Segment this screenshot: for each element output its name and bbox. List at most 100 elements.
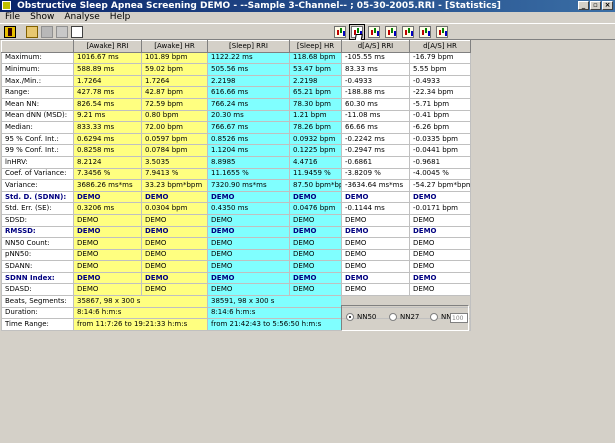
cell-value: DEMO bbox=[413, 227, 437, 236]
cell-value: DEMO bbox=[345, 250, 367, 259]
cell-awake-rri: 3686.26 ms*ms bbox=[73, 179, 142, 192]
chart-report-icon[interactable] bbox=[436, 26, 448, 38]
radio-nn27[interactable]: NN27 bbox=[389, 313, 419, 321]
row-label: Std. D. (SDNN): bbox=[1, 190, 74, 204]
chart-poincare-icon[interactable] bbox=[402, 26, 414, 38]
cell-value: -4.0045 % bbox=[413, 169, 449, 178]
cell-awake-rri: DEMO bbox=[73, 260, 142, 273]
cell-diff-rri: 83.33 ms bbox=[341, 63, 410, 76]
nn-custom-input[interactable]: 100 bbox=[450, 313, 468, 323]
row-label: NN50 Count: bbox=[1, 237, 74, 250]
cell-value: 83.33 ms bbox=[345, 64, 378, 73]
cell-sleep-hr: 0.0932 bpm bbox=[289, 132, 342, 146]
column-header-diff-hr[interactable]: d[A/S] HR bbox=[409, 40, 471, 53]
table-row: 99 % Conf. Int.: 0.8258 ms 0.0784 bpm 1.120… bbox=[1, 144, 471, 157]
chart-tachogram-icon[interactable] bbox=[334, 26, 346, 38]
cell-diff-rri: 66.66 ms bbox=[341, 121, 410, 134]
menu-analyse[interactable]: Analyse bbox=[59, 12, 104, 23]
column-header-awake-hr[interactable]: [Awake] HR bbox=[141, 40, 208, 53]
cell-value: 0.0476 bpm bbox=[293, 204, 336, 213]
cell-value: DEMO bbox=[293, 285, 315, 294]
cell-value: 59.02 bpm bbox=[145, 64, 183, 73]
cell-diff-rri: DEMO bbox=[341, 248, 410, 262]
cell-sleep-rri: 11.1655 % bbox=[207, 167, 290, 181]
cell-value: 1122.22 ms bbox=[211, 53, 253, 62]
column-header-sleep-rri[interactable]: [Sleep] RRI bbox=[207, 40, 290, 53]
cell-sleep-rri: DEMO bbox=[207, 225, 290, 239]
cell-diff-hr: -0.0441 bpm bbox=[409, 144, 471, 157]
cell-diff-hr: 5.55 bpm bbox=[409, 63, 471, 76]
print-preview-icon[interactable] bbox=[71, 26, 83, 38]
chart-spectrum-icon[interactable] bbox=[368, 26, 380, 38]
radio-nn50[interactable]: NN50 bbox=[346, 313, 376, 321]
radio-nn-custom-dot[interactable] bbox=[430, 313, 438, 321]
chart-trend-icon[interactable] bbox=[419, 26, 431, 38]
cell-sleep-hr: DEMO bbox=[289, 271, 342, 285]
cell-value: -5.71 bpm bbox=[413, 99, 450, 108]
maximize-button[interactable]: ▫ bbox=[590, 1, 601, 10]
cell-awake-hr: 101.89 bpm bbox=[141, 51, 208, 65]
cell-diff-rri: DEMO bbox=[341, 237, 410, 250]
save-icon[interactable] bbox=[41, 26, 53, 38]
cell-value: 1.7264 bbox=[145, 76, 170, 85]
cell-value: DEMO bbox=[145, 192, 169, 201]
exit-icon[interactable] bbox=[4, 26, 16, 38]
cell-value: -0.1144 ms bbox=[345, 204, 385, 213]
cell-value: 1.21 bpm bbox=[293, 111, 327, 120]
cell-diff-rri: -0.2242 ms bbox=[341, 132, 410, 146]
radio-nn-custom[interactable]: NN bbox=[430, 313, 451, 321]
column-header-diff-rri[interactable]: d[A/S] RRI bbox=[341, 40, 410, 53]
cell-value: DEMO bbox=[211, 262, 233, 271]
menu-show[interactable]: Show bbox=[25, 12, 59, 23]
open-folder-icon[interactable] bbox=[26, 26, 38, 38]
cell-sleep-rri: 505.56 ms bbox=[207, 63, 290, 76]
radio-nn27-dot[interactable] bbox=[389, 313, 397, 321]
cell-value: 7320.90 ms*ms bbox=[211, 180, 267, 189]
row-label: Mean NN: bbox=[1, 97, 74, 111]
cell-diff-hr: DEMO bbox=[409, 237, 471, 250]
cell-value: DEMO bbox=[345, 215, 367, 224]
cell-value: 72.59 bpm bbox=[145, 99, 183, 108]
summary-awake: 8:14:6 h:m:s bbox=[73, 306, 208, 320]
cell-sleep-hr: 11.9459 % bbox=[289, 167, 342, 181]
cell-awake-hr: 0.80 bpm bbox=[141, 109, 208, 123]
cell-diff-rri: DEMO bbox=[341, 213, 410, 227]
cell-value: DEMO bbox=[211, 273, 235, 282]
close-button[interactable]: × bbox=[602, 1, 613, 10]
summary-awake: 35867, 98 x 300 s bbox=[73, 295, 208, 308]
cell-awake-hr: DEMO bbox=[141, 225, 208, 239]
cell-value: 766.24 ms bbox=[211, 99, 249, 108]
cell-awake-hr: 0.0597 bpm bbox=[141, 132, 208, 146]
table-row: pNN50: DEMO DEMO DEMO DEMO DEMO DEMO bbox=[1, 248, 471, 262]
column-header-sleep-hr[interactable]: [Sleep] HR bbox=[289, 40, 342, 53]
cell-diff-hr: DEMO bbox=[409, 225, 471, 239]
cell-value: DEMO bbox=[77, 262, 99, 271]
cell-value: 505.56 ms bbox=[211, 64, 249, 73]
cell-sleep-hr: 0.0476 bpm bbox=[289, 202, 342, 215]
minimize-button[interactable]: _ bbox=[578, 1, 589, 10]
cell-awake-rri: 1.7264 bbox=[73, 74, 142, 88]
chart-histogram-icon[interactable] bbox=[385, 26, 397, 38]
cell-value: DEMO bbox=[145, 238, 167, 247]
cell-awake-hr: DEMO bbox=[141, 283, 208, 297]
cell-diff-hr: -6.26 bpm bbox=[409, 121, 471, 134]
menu-help[interactable]: Help bbox=[105, 12, 136, 23]
cell-value: 20.30 ms bbox=[211, 111, 244, 120]
cell-value: DEMO bbox=[413, 273, 437, 282]
radio-nn50-dot[interactable] bbox=[346, 313, 354, 321]
cell-diff-hr: -0.4933 bbox=[409, 74, 471, 88]
cell-value: -0.4933 bbox=[345, 76, 373, 85]
column-header-awake-rri[interactable]: [Awake] RRI bbox=[73, 40, 142, 53]
cell-diff-hr: DEMO bbox=[409, 260, 471, 273]
menu-file[interactable]: File bbox=[0, 12, 25, 23]
cell-value: -188.88 ms bbox=[345, 88, 385, 97]
cell-value: DEMO bbox=[413, 192, 437, 201]
cell-value: 8.2124 bbox=[77, 157, 102, 166]
cell-value: -0.6861 bbox=[345, 157, 373, 166]
cell-diff-rri: -0.6861 bbox=[341, 155, 410, 169]
cell-diff-hr: -16.79 bpm bbox=[409, 51, 471, 65]
cell-awake-rri: DEMO bbox=[73, 271, 142, 285]
print-icon[interactable] bbox=[56, 26, 68, 38]
table-row: Mean dNN (MSD): 9.21 ms 0.80 bpm 20.30 ms 1.… bbox=[1, 109, 471, 123]
cell-sleep-rri: 616.66 ms bbox=[207, 86, 290, 99]
